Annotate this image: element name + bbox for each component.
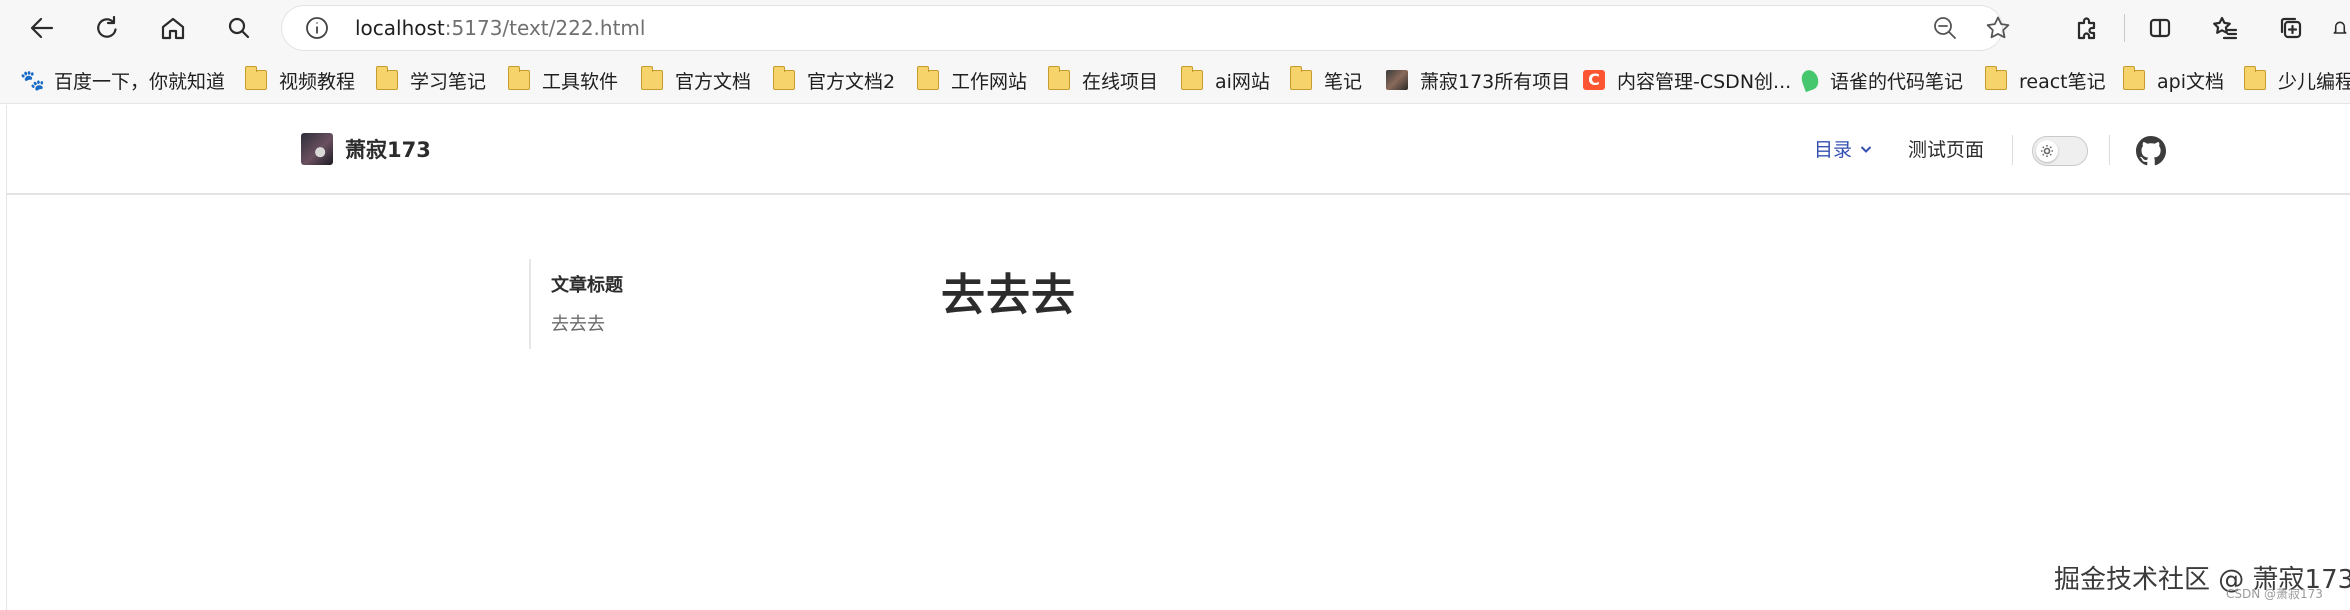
bookmark-label: 工作网站 <box>951 70 1028 93</box>
bookmark-folder-react[interactable]: react笔记 <box>1984 56 2106 103</box>
collections-button[interactable] <box>2271 8 2311 48</box>
bookmark-label: 语雀的代码笔记 <box>1830 70 1964 93</box>
collections-icon <box>2280 17 2302 39</box>
bookmark-folder-kids[interactable]: 少儿编程 <box>2243 56 2350 103</box>
bookmark-yuque[interactable]: 语雀的代码笔记 <box>1799 56 1964 103</box>
outline-title: 文章标题 <box>551 275 623 296</box>
bell-icon <box>2333 21 2347 34</box>
bookmark-folder-video[interactable]: 视频教程 <box>244 56 356 103</box>
bookmark-label: react笔记 <box>2019 70 2106 93</box>
home-button[interactable] <box>153 8 193 48</box>
sun-icon <box>2041 145 2053 157</box>
site-logo <box>301 133 333 165</box>
bookmark-folder-tools[interactable]: 工具软件 <box>507 56 619 103</box>
outline-link[interactable]: 去去去 <box>551 310 605 336</box>
github-icon <box>2136 136 2166 166</box>
bookmark-label: 在线项目 <box>1082 70 1159 93</box>
bookmark-baidu[interactable]: 🐾 百度一下，你就知道 <box>20 56 226 103</box>
folder-icon <box>916 66 939 90</box>
nav-divider <box>2012 135 2013 165</box>
url-path: :5173/text/222.html <box>444 16 646 40</box>
site-navbar: 萧寂173 目录 测试页面 <box>7 105 2350 195</box>
browser-toolbar: localhost:5173/text/222.html <box>0 0 2350 56</box>
nav-toc-dropdown[interactable]: 目录 <box>1814 135 1874 162</box>
favorites-button[interactable] <box>2205 8 2245 48</box>
address-bar[interactable]: localhost:5173/text/222.html <box>282 6 2010 50</box>
nav-link-test-page[interactable]: 测试页面 <box>1908 135 1984 162</box>
bookmark-folder-ai[interactable]: ai网站 <box>1180 56 1270 103</box>
site-title: 萧寂173 <box>345 138 431 162</box>
bookmark-label: api文档 <box>2157 70 2224 93</box>
bookmark-label: ai网站 <box>1215 70 1270 93</box>
appearance-toggle[interactable] <box>2032 136 2088 166</box>
url-text[interactable]: localhost:5173/text/222.html <box>355 6 645 50</box>
folder-icon <box>375 66 398 90</box>
bookmark-folder-docs2[interactable]: 官方文档2 <box>772 56 896 103</box>
search-icon <box>228 17 250 39</box>
bookmark-label: 百度一下，你就知道 <box>54 70 226 93</box>
bookmark-folder-api[interactable]: api文档 <box>2122 56 2224 103</box>
bookmark-folder-notes[interactable]: 笔记 <box>1289 56 1363 103</box>
folder-icon <box>1180 66 1203 90</box>
bookmark-label: 视频教程 <box>279 70 356 93</box>
back-button[interactable] <box>22 8 62 48</box>
csdn-icon: C <box>1583 70 1605 90</box>
folder-icon <box>1047 66 1070 90</box>
folder-icon <box>1984 66 2007 90</box>
bookmark-folder-online[interactable]: 在线项目 <box>1047 56 1159 103</box>
reload-button[interactable] <box>87 8 127 48</box>
favorites-list-icon <box>2213 16 2238 40</box>
bookmark-projects[interactable]: 萧寂173所有项目 <box>1386 56 1571 103</box>
toggle-knob <box>2036 140 2058 162</box>
bookmark-label: 笔记 <box>1324 70 1363 93</box>
nav-divider <box>2109 135 2110 165</box>
toolbar-separator <box>2124 14 2125 42</box>
outline-sidebar: 文章标题 去去去 <box>529 259 729 349</box>
nav-toc-label: 目录 <box>1814 139 1853 161</box>
bookmark-folder-docs[interactable]: 官方文档 <box>640 56 752 103</box>
folder-icon <box>2243 66 2266 90</box>
bookmark-folder-work[interactable]: 工作网站 <box>916 56 1028 103</box>
site-info-icon[interactable] <box>304 15 330 41</box>
page-title: 去去去 <box>941 270 1076 321</box>
avatar-thumbnail-icon <box>1386 70 1408 90</box>
zoom-out-icon[interactable] <box>1932 15 1958 41</box>
folder-icon <box>507 66 530 90</box>
bookmark-label: 内容管理-CSDN创... <box>1617 70 1792 93</box>
split-screen-icon <box>2149 18 2171 38</box>
web-page: 萧寂173 目录 测试页面 文章标题 去去去 去去去 <box>6 105 2350 610</box>
bookmark-label: 官方文档 <box>675 70 752 93</box>
bookmark-label: 萧寂173所有项目 <box>1420 70 1571 93</box>
profile-button[interactable] <box>2330 8 2350 48</box>
github-link[interactable] <box>2136 136 2166 166</box>
bookmark-csdn[interactable]: C 内容管理-CSDN创... <box>1583 56 1792 103</box>
folder-icon <box>640 66 663 90</box>
folder-icon <box>2122 66 2145 90</box>
arrow-left-icon <box>30 17 54 39</box>
url-host: localhost <box>355 16 445 40</box>
bookmark-label: 少儿编程 <box>2278 70 2350 93</box>
folder-icon <box>772 66 795 90</box>
yuque-leaf-icon <box>1799 67 1821 93</box>
bookmark-folder-study[interactable]: 学习笔记 <box>375 56 487 103</box>
extensions-button[interactable] <box>2067 8 2107 48</box>
favorite-star-icon[interactable] <box>1984 14 2012 42</box>
baidu-paw-icon: 🐾 <box>20 68 45 92</box>
refresh-icon <box>97 15 117 38</box>
puzzle-icon <box>2077 17 2096 40</box>
split-screen-button[interactable] <box>2140 8 2180 48</box>
bookmark-label: 官方文档2 <box>807 70 896 93</box>
bookmark-label: 学习笔记 <box>410 70 487 93</box>
bookmark-label: 工具软件 <box>542 70 619 93</box>
site-brand[interactable]: 萧寂173 <box>301 133 431 165</box>
folder-icon <box>244 66 267 90</box>
home-icon <box>161 17 185 40</box>
chevron-down-icon <box>1860 145 1872 153</box>
folder-icon <box>1289 66 1312 90</box>
search-button[interactable] <box>219 8 259 48</box>
watermark-small-text: CSDN @萧寂173 <box>2226 587 2323 601</box>
bookmarks-bar: 🐾 百度一下，你就知道 视频教程 学习笔记 工具软件 官方文档 官方文档2 工作网… <box>0 56 2350 104</box>
